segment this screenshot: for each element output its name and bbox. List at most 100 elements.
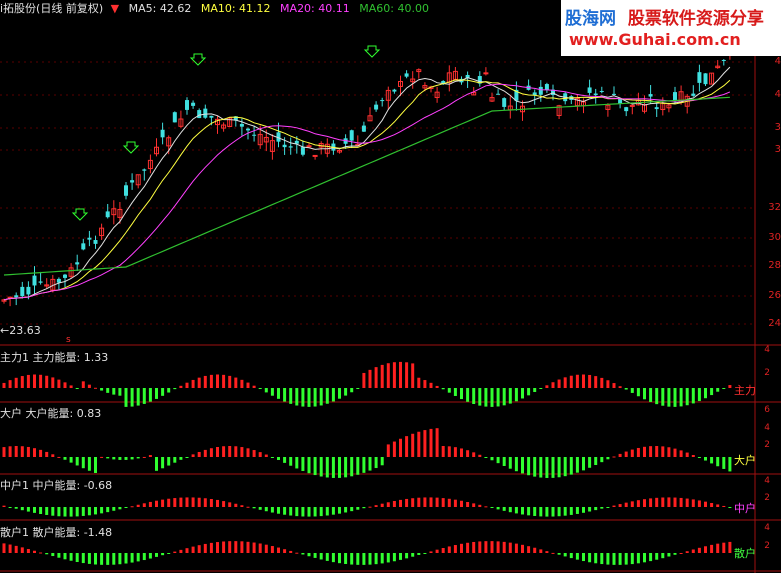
- zhonghu-bar: [295, 507, 299, 517]
- candle-body: [691, 93, 696, 96]
- panel1-label: 主力1 主力能量: 1.33: [0, 351, 109, 364]
- zhuli-bar: [484, 388, 488, 407]
- zhuli-bar: [588, 374, 592, 388]
- sanhu-bar: [94, 553, 97, 565]
- sanhu-bar: [14, 545, 18, 553]
- zhonghu-bar: [643, 499, 646, 507]
- sanhu-bar: [167, 553, 171, 554]
- candle-body: [294, 140, 299, 144]
- guhai-logo[interactable]: 股海网 股票软件资源分享 www.Guhai.com.cn: [561, 0, 781, 56]
- zhonghu-bar: [374, 505, 378, 507]
- dahu-bar: [429, 428, 433, 457]
- panel4-label: 散户1 散户能量: -1.48: [0, 526, 113, 539]
- zhuli-bar: [325, 388, 329, 404]
- zhonghu-bar: [142, 503, 146, 507]
- dahu-bar: [697, 457, 701, 458]
- zhonghu-bar: [270, 507, 274, 513]
- zhuli-bar: [649, 388, 653, 402]
- candle-body: [392, 89, 397, 92]
- panel-axis-label: 2: [764, 493, 770, 503]
- sanhu-bar: [606, 553, 610, 565]
- zhonghu-bar: [472, 503, 476, 507]
- zhuli-bar: [264, 388, 268, 393]
- dahu-bar: [368, 457, 372, 471]
- zhuli-bar: [179, 385, 183, 388]
- zhuli-bar: [691, 388, 695, 404]
- zhuli-bar: [69, 385, 73, 388]
- dahu-bar: [679, 450, 683, 457]
- sanhu-bar: [447, 546, 451, 553]
- chart-canvas[interactable]: s426424242: [0, 0, 781, 573]
- zhuli-bar: [539, 388, 543, 389]
- zhuli-bar: [362, 372, 366, 388]
- panel-axis-label: 6: [764, 405, 770, 415]
- sanhu-bar: [362, 553, 366, 565]
- sanhu-bar: [386, 553, 390, 563]
- zhonghu-bar: [533, 507, 537, 516]
- dahu-bar: [228, 446, 232, 457]
- zhonghu-bar: [417, 497, 421, 507]
- zhuli-bar: [606, 380, 610, 388]
- dahu-bar: [118, 457, 122, 460]
- zhuli-bar: [478, 388, 482, 406]
- zhonghu-bar: [313, 507, 317, 517]
- dahu-bar: [545, 457, 549, 478]
- dahu-bar: [636, 447, 640, 457]
- dahu-bar: [661, 446, 665, 457]
- sanhu-bar: [124, 553, 128, 564]
- zhonghu-bar: [246, 506, 250, 508]
- panel-axis-label: 2: [764, 541, 770, 551]
- candle-body: [142, 169, 147, 171]
- zhuli-bar: [228, 375, 232, 388]
- zhonghu-bar: [649, 498, 653, 507]
- zhonghu-bar: [441, 498, 445, 507]
- zhuli-bar: [26, 374, 30, 388]
- zhonghu-bar: [478, 504, 482, 507]
- dahu-bar: [338, 457, 341, 478]
- zhuli-bar: [496, 388, 500, 407]
- sanhu-bar: [197, 545, 201, 553]
- zhuli-bar: [344, 388, 348, 396]
- sanhu-bar: [148, 553, 152, 559]
- sanhu-bar: [26, 549, 30, 553]
- dahu-bar: [173, 457, 177, 463]
- zhonghu-bar: [148, 501, 152, 507]
- zhonghu-bar: [386, 502, 390, 507]
- zhonghu-bar: [325, 507, 329, 516]
- dahu-bar: [624, 451, 628, 457]
- zhuli-bar: [240, 379, 244, 388]
- candle-body: [239, 123, 244, 127]
- sanhu-bar: [630, 553, 634, 565]
- logo-slogan: 股票软件资源分享: [627, 9, 764, 29]
- sanhu-bar: [673, 553, 677, 555]
- sanhu-bar: [545, 551, 549, 553]
- zhonghu-bar: [173, 498, 177, 507]
- zhonghu-bar: [661, 497, 665, 507]
- sanhu-bar: [69, 553, 73, 561]
- sanhu-bar: [246, 541, 250, 553]
- zhonghu-bar: [655, 497, 659, 507]
- zhonghu-bar: [100, 507, 104, 514]
- zhonghu-bar: [685, 498, 689, 507]
- zhuli-bar: [661, 388, 665, 406]
- zhonghu-bar: [392, 501, 396, 507]
- sanhu-bar: [557, 553, 561, 555]
- zhonghu-bar: [667, 497, 671, 507]
- zhonghu-bar: [319, 507, 323, 517]
- zhuli-bar: [350, 388, 354, 393]
- sanhu-bar: [527, 546, 531, 553]
- zhuli-bar: [283, 388, 287, 402]
- dahu-bar: [722, 457, 726, 469]
- zhonghu-bar: [551, 507, 555, 517]
- zhuli-bar: [624, 388, 628, 390]
- zhuli-bar: [94, 387, 97, 389]
- zhuli-bar: [112, 388, 116, 395]
- dahu-bar: [313, 457, 317, 476]
- zhonghu-bar: [673, 497, 677, 507]
- zhuli-bar: [33, 374, 36, 388]
- sanhu-bar: [350, 553, 354, 565]
- logo-name: 股海网: [565, 9, 616, 29]
- zhonghu-bar: [112, 507, 116, 511]
- zhonghu-bar: [191, 497, 195, 507]
- zhuli-bar: [209, 374, 213, 388]
